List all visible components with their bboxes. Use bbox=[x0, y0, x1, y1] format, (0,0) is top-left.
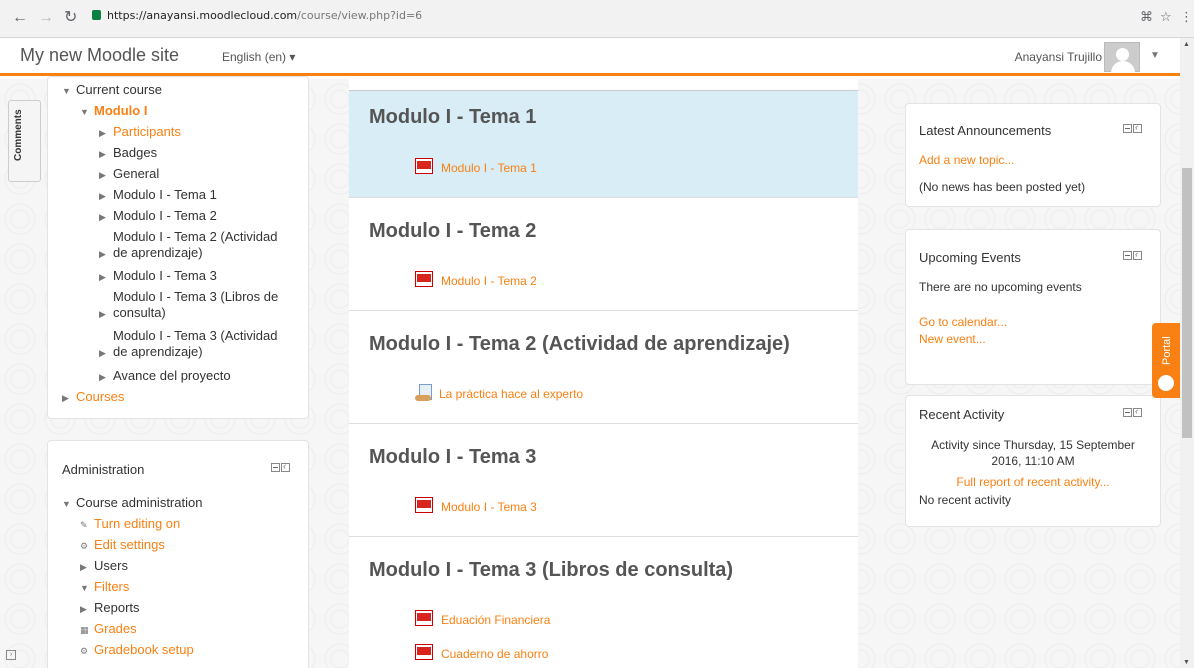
minimize-icon[interactable] bbox=[1123, 123, 1132, 133]
section-tema2: Modulo I - Tema 2 Modulo I - Tema 2 bbox=[349, 198, 858, 311]
add-topic-link[interactable]: Add a new topic... bbox=[919, 152, 1014, 168]
activity-link[interactable]: Modulo I - Tema 1 bbox=[415, 158, 537, 176]
section-tema3: Modulo I - Tema 3 Modulo I - Tema 3 bbox=[349, 424, 858, 537]
nav-item-badges[interactable]: ▶ Badges bbox=[99, 145, 157, 162]
nav-item-general[interactable]: ▶ General bbox=[99, 166, 159, 183]
full-report-link[interactable]: Full report of recent activity... bbox=[915, 474, 1151, 490]
events-title: Upcoming Events bbox=[919, 250, 1021, 265]
no-recent-text: No recent activity bbox=[919, 493, 1012, 507]
nav-item-avance[interactable]: ▶ Avance del proyecto bbox=[99, 368, 231, 385]
nav-course-admin[interactable]: ▼ Course administration bbox=[62, 495, 202, 512]
admin-users[interactable]: ▶ Users bbox=[80, 558, 128, 575]
gear-icon: ⚙ bbox=[80, 646, 89, 656]
section-title: Modulo I - Tema 1 bbox=[369, 106, 537, 128]
menu-icon[interactable]: ⋮ bbox=[1180, 9, 1193, 25]
translate-icon[interactable]: ⌘ bbox=[1140, 9, 1153, 25]
nav-item-participants[interactable]: ▶ Participants bbox=[99, 124, 181, 141]
pdf-icon bbox=[415, 497, 433, 513]
admin-reports[interactable]: ▶ Reports bbox=[80, 600, 140, 617]
comments-tab[interactable]: Comments bbox=[8, 100, 41, 182]
nav-course[interactable]: ▼ Modulo I bbox=[80, 103, 147, 120]
nav-item-tema1[interactable]: ▶ Modulo I - Tema 1 bbox=[99, 187, 217, 204]
pdf-icon bbox=[415, 158, 433, 174]
site-name-link[interactable]: My new Moodle site bbox=[20, 45, 179, 66]
block-controls[interactable] bbox=[270, 461, 290, 473]
dock-block-icon[interactable] bbox=[281, 461, 290, 472]
block-controls[interactable] bbox=[1122, 249, 1142, 261]
dock-block-icon[interactable] bbox=[1133, 122, 1142, 133]
block-controls[interactable] bbox=[1122, 406, 1142, 418]
address-bar[interactable]: https://anayansi.moodlecloud.com/course/… bbox=[92, 8, 422, 24]
scroll-down-icon[interactable]: ▼ bbox=[1183, 659, 1190, 666]
section-top bbox=[349, 79, 858, 91]
calendar-link[interactable]: Go to calendar... bbox=[919, 314, 1007, 330]
minimize-icon[interactable] bbox=[1123, 407, 1132, 417]
no-events-text: There are no upcoming events bbox=[919, 280, 1082, 294]
back-icon[interactable]: ← bbox=[12, 9, 28, 27]
gear-icon: ⚙ bbox=[80, 541, 89, 551]
announcements-title: Latest Announcements bbox=[919, 123, 1052, 138]
chevron-down-icon[interactable]: ▼ bbox=[1150, 50, 1160, 61]
scrollbar[interactable]: ▲ ▼ bbox=[1180, 38, 1194, 668]
dock-block-icon[interactable] bbox=[1133, 406, 1142, 417]
activity-link[interactable]: Modulo I - Tema 3 bbox=[415, 497, 537, 515]
activity-link[interactable]: Modulo I - Tema 2 bbox=[415, 271, 537, 289]
nav-item-tema3-actividad[interactable]: ▶Modulo I - Tema 3 (Actividad de aprendi… bbox=[99, 328, 288, 361]
assignment-icon bbox=[415, 384, 433, 402]
portal-icon bbox=[1158, 375, 1174, 391]
scroll-up-icon[interactable]: ▲ bbox=[1183, 41, 1190, 48]
minimize-icon[interactable] bbox=[1123, 250, 1132, 260]
section-title: Modulo I - Tema 3 (Libros de consulta) bbox=[369, 559, 734, 581]
avatar[interactable] bbox=[1104, 42, 1140, 73]
section-tema3-libros: Modulo I - Tema 3 (Libros de consulta) E… bbox=[349, 537, 858, 668]
pdf-icon bbox=[415, 610, 433, 626]
forward-icon[interactable]: → bbox=[38, 9, 54, 27]
admin-edit-settings[interactable]: ⚙ Edit settings bbox=[80, 537, 165, 554]
pdf-icon bbox=[415, 644, 433, 660]
admin-filters[interactable]: ▼ Filters bbox=[80, 579, 129, 596]
admin-gradebook-setup[interactable]: ⚙ Gradebook setup bbox=[80, 642, 194, 659]
recent-activity-title: Recent Activity bbox=[919, 407, 1005, 422]
pdf-icon bbox=[415, 271, 433, 287]
site-navbar: My new Moodle site English (en) ▾ Anayan… bbox=[0, 38, 1194, 76]
administration-title: Administration bbox=[62, 462, 145, 477]
nav-item-tema3-libros[interactable]: ▶Modulo I - Tema 3 (Libros de consulta) bbox=[99, 289, 288, 322]
section-title: Modulo I - Tema 2 (Actividad de aprendiz… bbox=[369, 333, 790, 355]
nav-item-tema2[interactable]: ▶ Modulo I - Tema 2 bbox=[99, 208, 217, 225]
filter-icon: ▼ bbox=[80, 583, 89, 593]
section-title: Modulo I - Tema 3 bbox=[369, 446, 537, 468]
section-tema2-actividad: Modulo I - Tema 2 (Actividad de aprendiz… bbox=[349, 311, 858, 424]
language-menu[interactable]: English (en) ▾ bbox=[222, 50, 295, 64]
table-icon: ▦ bbox=[80, 625, 89, 635]
activity-link[interactable]: La práctica hace al experto bbox=[415, 384, 583, 402]
dock-icon[interactable]: › bbox=[6, 650, 16, 660]
admin-grades[interactable]: ▦ Grades bbox=[80, 621, 137, 638]
section-title: Modulo I - Tema 2 bbox=[369, 220, 537, 242]
nav-item-tema3[interactable]: ▶ Modulo I - Tema 3 bbox=[99, 268, 217, 285]
minimize-icon[interactable] bbox=[271, 462, 280, 472]
lock-icon bbox=[92, 10, 101, 20]
bookmark-star-icon[interactable]: ☆ bbox=[1160, 9, 1172, 25]
user-name[interactable]: Anayansi Trujillo bbox=[1015, 50, 1102, 64]
scroll-thumb[interactable] bbox=[1182, 168, 1192, 438]
block-controls[interactable] bbox=[1122, 122, 1142, 134]
activity-link[interactable]: Cuaderno de ahorro bbox=[415, 644, 548, 662]
section-tema1: Modulo I - Tema 1 Modulo I - Tema 1 bbox=[349, 91, 858, 198]
pencil-icon: ✎ bbox=[80, 520, 88, 530]
dock-block-icon[interactable] bbox=[1133, 249, 1142, 260]
no-news-text: (No news has been posted yet) bbox=[919, 180, 1086, 194]
reload-icon[interactable]: ↻ bbox=[64, 9, 77, 27]
new-event-link[interactable]: New event... bbox=[919, 331, 986, 347]
admin-turn-editing[interactable]: ✎ Turn editing on bbox=[80, 516, 180, 533]
activity-link[interactable]: Eduación Financiera bbox=[415, 610, 550, 628]
browser-toolbar: ← → ↻ https://anayansi.moodlecloud.com/c… bbox=[0, 0, 1194, 38]
nav-item-tema2-actividad[interactable]: ▶Modulo I - Tema 2 (Actividad de aprendi… bbox=[99, 229, 288, 262]
nav-current-course[interactable]: ▼ Current course bbox=[62, 82, 162, 99]
activity-since-text: Activity since Thursday, 15 September 20… bbox=[931, 438, 1135, 468]
portal-tab[interactable]: Portal bbox=[1152, 323, 1180, 398]
nav-courses[interactable]: ▶ Courses bbox=[62, 389, 124, 406]
